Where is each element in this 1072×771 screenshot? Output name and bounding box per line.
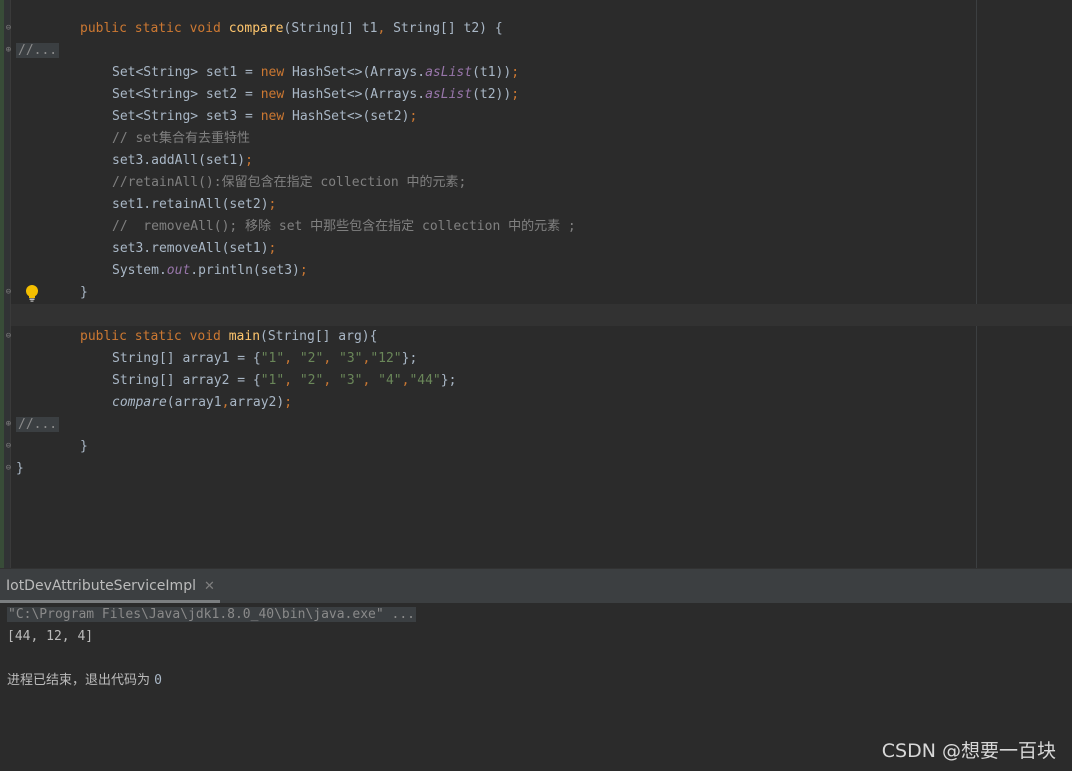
console-exit-message: 进程已结束，退出代码为 0 [7,673,162,688]
right-margin-guide [976,0,977,568]
fold-marker-icon[interactable]: ⊖ [4,24,13,33]
watermark: CSDN @想要一百块 [881,740,1056,762]
code-line: Set<String> set3 = new HashSet<>(set2); [112,109,418,124]
lightbulb-icon[interactable] [24,284,40,302]
fold-marker-icon[interactable]: ⊕ [4,420,13,429]
code-line: Set<String> set2 = new HashSet<>(Arrays.… [112,87,520,102]
folded-code[interactable]: //... [16,414,60,436]
code-editor[interactable]: ⊖ ⊕ ⊖ ⊖ ⊕ ⊖ ⊖ public static void compare… [0,0,1072,568]
current-line-highlight [11,304,1072,326]
code-line: public static void compare(String[] t1, … [80,21,503,36]
code-line: compare(array1,array2); [112,395,293,410]
code-line: String[] array1 = {"1", "2", "3","12"}; [112,351,418,366]
code-comment: //retainAll():保留包含在指定 collection 中的元素; [112,175,467,190]
code-comment: // removeAll(); 移除 set 中那些包含在指定 collecti… [112,219,576,234]
code-line: set1.retainAll(set2); [112,197,277,212]
code-comment: // set集合有去重特性 [112,131,250,146]
code-line: set3.addAll(set1); [112,153,253,168]
console-output: [44, 12, 4] [7,629,94,644]
run-tab[interactable]: IotDevAttributeServiceImpl ✕ [0,569,221,603]
code-line: public static void main(String[] arg){ [80,329,378,344]
code-line: System.out.println(set3); [112,263,308,278]
fold-marker-icon[interactable]: ⊖ [4,442,13,451]
console-command-line[interactable]: "C:\Program Files\Java\jdk1.8.0_40\bin\j… [7,604,416,626]
run-tool-window: IotDevAttributeServiceImpl ✕ "C:\Program… [0,568,1072,771]
code-line: Set<String> set1 = new HashSet<>(Arrays.… [112,65,520,80]
code-line: } [80,439,88,454]
fold-marker-icon[interactable]: ⊖ [4,288,13,297]
folded-code[interactable]: //... [16,40,60,62]
fold-marker-icon[interactable]: ⊖ [4,464,13,473]
fold-marker-icon[interactable]: ⊖ [4,332,13,341]
fold-marker-icon[interactable]: ⊕ [4,46,13,55]
active-tab-indicator [0,600,220,603]
run-tab-bar: IotDevAttributeServiceImpl ✕ [0,569,1072,603]
run-tab-label: IotDevAttributeServiceImpl [6,578,196,594]
code-line: } [16,461,24,476]
vcs-change-marker [0,0,4,568]
code-line: String[] array2 = {"1", "2", "3", "4","4… [112,373,457,388]
code-line: } [80,285,88,300]
close-icon[interactable]: ✕ [204,579,215,594]
code-line: set3.removeAll(set1); [112,241,277,256]
